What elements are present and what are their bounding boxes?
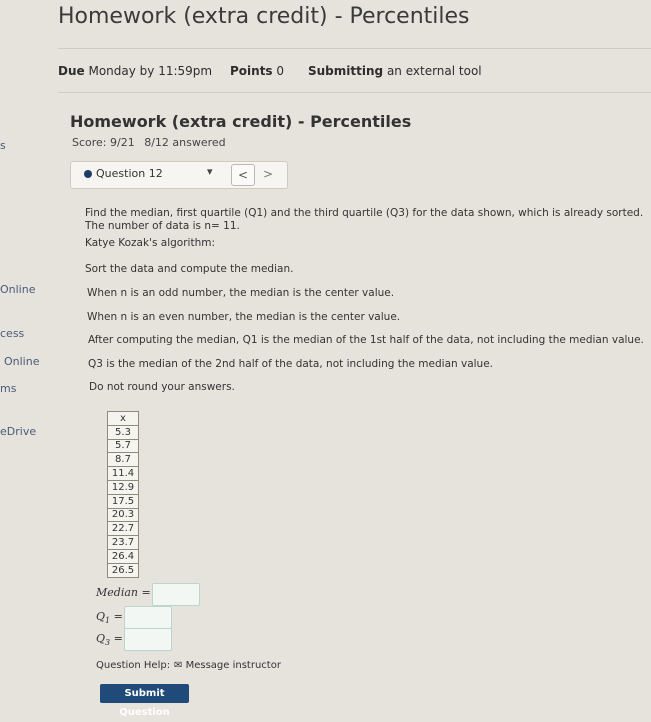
table-cell: 8.7: [107, 452, 139, 468]
q1-input[interactable]: [124, 606, 172, 629]
message-instructor-link[interactable]: ✉ Message instructor: [174, 660, 281, 671]
table-cell: 5.7: [107, 438, 139, 454]
points-info: Points 0: [230, 64, 284, 78]
message-instructor-label: Message instructor: [185, 660, 281, 671]
algorithm-step-2: When n is an odd number, the median is t…: [87, 287, 395, 299]
current-question-dot-icon: [84, 170, 92, 178]
table-cell: 5.3: [107, 424, 139, 440]
points-label: Points: [230, 64, 273, 78]
page-title: Homework (extra credit) - Percentiles: [58, 4, 470, 29]
median-label: Median =: [96, 586, 151, 599]
next-question-button[interactable]: >: [261, 164, 275, 184]
q1-label: Q1 =: [96, 610, 123, 626]
mail-icon: ✉: [174, 660, 183, 671]
table-cell: 26.4: [107, 548, 139, 564]
submit-question-button[interactable]: Submit Question: [100, 684, 189, 718]
table-cell: 20.3: [107, 507, 139, 523]
data-table: x 5.3 5.7 8.7 11.4 12.9 17.5 20.3 22.7 2…: [107, 411, 139, 578]
points-value: 0: [276, 64, 285, 78]
algorithm-step-5: Q3 is the median of the 2nd half of the …: [88, 358, 494, 370]
sidebar-item-2[interactable]: Online: [0, 283, 35, 296]
table-cell: 23.7: [107, 535, 139, 550]
algorithm-step-6: Do not round your answers.: [89, 381, 235, 393]
table-cell: 17.5: [107, 493, 139, 509]
score-line: Score: 9/21 8/12 answered: [72, 136, 226, 149]
header-divider: [58, 48, 651, 49]
median-input[interactable]: [152, 583, 200, 606]
problem-line-1: Find the median, first quartile (Q1) and…: [85, 207, 644, 219]
submitting-label: Submitting: [308, 64, 384, 78]
question-help-label: Question Help:: [96, 660, 171, 671]
algorithm-title: Katye Kozak's algorithm:: [85, 237, 215, 249]
table-header: x: [107, 411, 139, 426]
sidebar-item-6[interactable]: eDrive: [0, 425, 36, 438]
sidebar-item-3[interactable]: cess: [0, 327, 24, 340]
q3-input[interactable]: [124, 628, 172, 651]
due-label: Due: [58, 64, 85, 78]
question-label: Question 12: [96, 167, 163, 180]
table-cell: 11.4: [107, 466, 139, 481]
submitting-value: an external tool: [386, 64, 482, 78]
q3-label: Q3 =: [96, 632, 123, 648]
due-value: Monday by 11:59pm: [88, 64, 213, 78]
algorithm-step-4: After computing the median, Q1 is the me…: [88, 334, 644, 346]
due-info: Due Monday by 11:59pm: [58, 64, 212, 78]
sidebar-item-4[interactable]: Online: [4, 355, 39, 368]
meta-divider: [58, 92, 651, 93]
sidebar-item-5[interactable]: ms: [0, 382, 16, 395]
previous-question-button[interactable]: <: [231, 164, 255, 186]
assignment-title: Homework (extra credit) - Percentiles: [70, 112, 412, 131]
table-cell: 12.9: [107, 479, 139, 495]
submitting-info: Submitting an external tool: [308, 64, 482, 78]
table-cell: 26.5: [107, 562, 139, 578]
problem-line-2: The number of data is n= 11.: [85, 220, 240, 232]
algorithm-step-3: When n is an even number, the median is …: [87, 311, 401, 323]
table-cell: 22.7: [107, 521, 139, 537]
algorithm-step-1: Sort the data and compute the median.: [85, 263, 294, 275]
answered-count: 8/12 answered: [144, 136, 226, 149]
chevron-down-icon[interactable]: ▾: [207, 165, 213, 178]
score: Score: 9/21: [72, 136, 135, 149]
sidebar-item-1[interactable]: s: [0, 139, 6, 152]
